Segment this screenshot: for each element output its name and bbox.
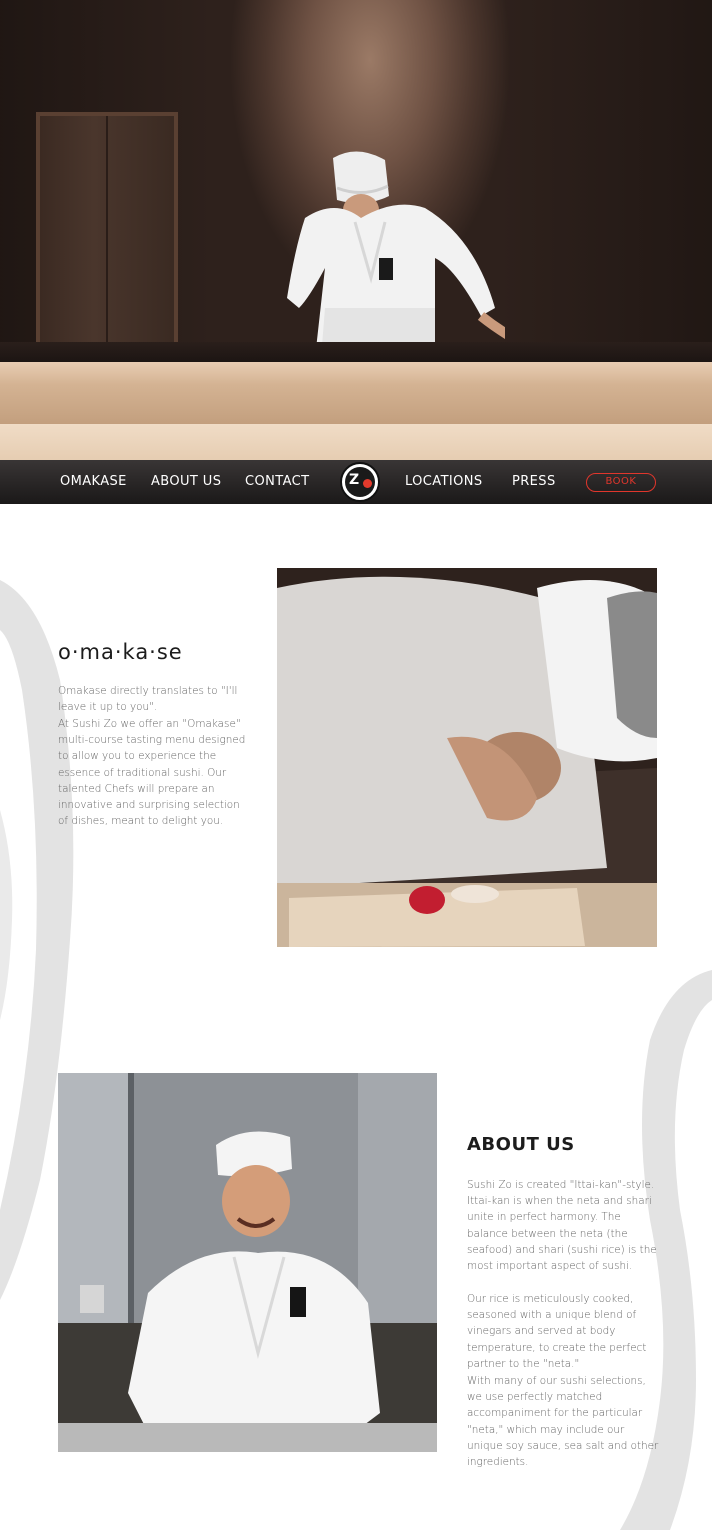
hero-door <box>36 112 178 362</box>
omakase-paragraph-2: At Sushi Zo we offer an "Omakase" multi-… <box>58 718 246 828</box>
hero-counter <box>0 362 712 426</box>
about-paragraph-2: Our rice is meticulously cooked, seasone… <box>467 1293 647 1370</box>
about-paragraph-3: With many of our sushi selections, we us… <box>467 1375 659 1469</box>
about-us-title: ABOUT US <box>467 1134 575 1155</box>
about-chef-photo <box>58 1073 437 1452</box>
about-photo-art <box>58 1073 437 1452</box>
nav-item-contact[interactable]: CONTACT <box>245 460 309 504</box>
omakase-chef-photo <box>277 568 657 947</box>
main-nav: OMAKASE ABOUT US CONTACT Z LOCATIONS PRE… <box>0 460 712 504</box>
logo-red-dot <box>363 479 372 488</box>
omakase-photo-art <box>277 568 657 947</box>
logo-letter: Z <box>349 472 360 488</box>
sushi-zo-logo-icon[interactable]: Z <box>340 462 380 502</box>
nav-item-locations[interactable]: LOCATIONS <box>405 460 483 504</box>
about-paragraph-1: Sushi Zo is created "Ittai-kan"-style. I… <box>467 1179 657 1273</box>
omakase-title: o·ma·ka·se <box>58 640 183 664</box>
nav-item-omakase[interactable]: OMAKASE <box>60 460 127 504</box>
hero-image <box>0 0 712 460</box>
book-button[interactable]: BOOK <box>586 473 656 492</box>
hero-chef-figure <box>287 151 505 358</box>
omakase-paragraph-1: Omakase directly translates to "I'll lea… <box>58 685 238 714</box>
nav-item-press[interactable]: PRESS <box>512 460 556 504</box>
nav-item-about-us[interactable]: ABOUT US <box>151 460 221 504</box>
hero-counter-front <box>0 424 712 460</box>
hero-counter-back <box>0 342 712 364</box>
